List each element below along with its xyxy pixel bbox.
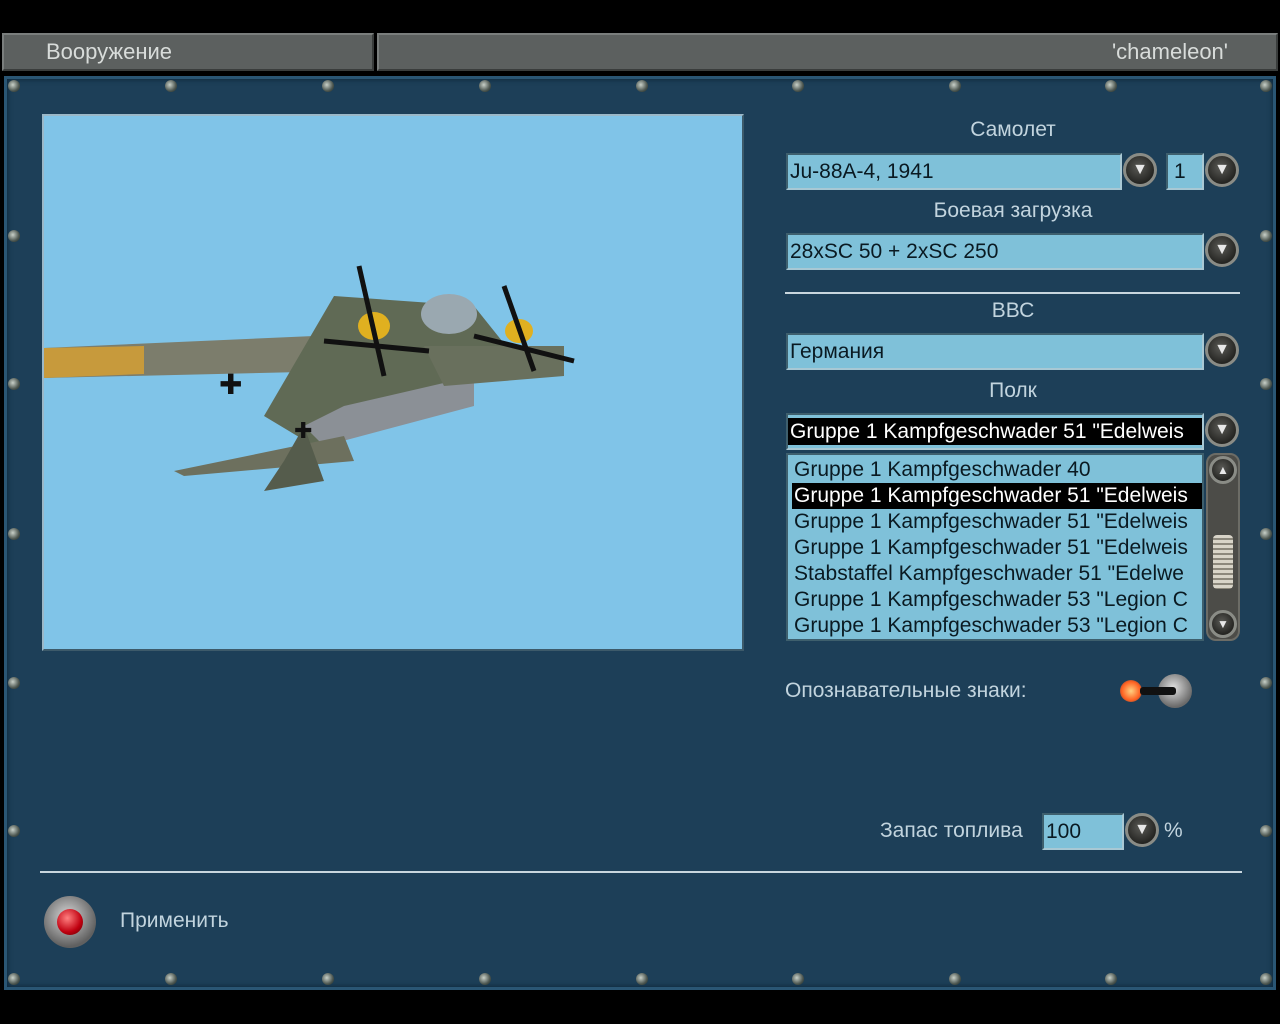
scroll-down-button[interactable]: ▼ <box>1209 610 1237 638</box>
rivet-icon <box>1260 80 1272 92</box>
rivet-icon <box>479 80 491 92</box>
aircraft-label: Самолет <box>970 118 1056 141</box>
chevron-up-icon: ▲ <box>1217 463 1229 477</box>
list-item[interactable]: Gruppe 1 Kampfgeschwader 53 "Legion C <box>792 587 1202 613</box>
list-item[interactable]: Gruppe 1 Kampfgeschwader 40 <box>792 457 1202 483</box>
regiment-selected-value: Gruppe 1 Kampfgeschwader 51 "Edelweis <box>788 418 1202 445</box>
scroll-thumb[interactable] <box>1213 535 1233 589</box>
rivet-icon <box>322 973 334 985</box>
count-dropdown-button[interactable]: ▼ <box>1205 153 1239 187</box>
regiment-label: Полк <box>989 379 1037 402</box>
apply-label[interactable]: Применить <box>120 909 229 933</box>
divider <box>785 292 1240 294</box>
list-item[interactable]: Gruppe 1 Kampfgeschwader 53 "Legion C <box>792 613 1202 639</box>
insignia-toggle[interactable] <box>1118 672 1194 710</box>
toggle-lever <box>1140 687 1176 695</box>
rivet-icon <box>949 973 961 985</box>
regiment-scrollbar[interactable]: ▲ ▼ <box>1206 453 1240 641</box>
red-button-icon <box>57 909 83 935</box>
rivet-icon <box>636 973 648 985</box>
chevron-down-icon: ▼ <box>1217 617 1229 631</box>
chevron-down-icon: ▼ <box>1214 341 1230 358</box>
list-item-selected[interactable]: Gruppe 1 Kampfgeschwader 51 "Edelweis <box>792 483 1202 509</box>
chevron-down-icon: ▼ <box>1214 241 1230 258</box>
rivet-icon <box>165 973 177 985</box>
rivet-icon <box>8 378 20 390</box>
fuel-field[interactable]: 100 <box>1042 813 1124 850</box>
air-force-dropdown-button[interactable]: ▼ <box>1205 333 1239 367</box>
rivet-icon <box>322 80 334 92</box>
regiment-dropdown-button[interactable]: ▼ <box>1205 413 1239 447</box>
rivet-icon <box>8 677 20 689</box>
loadout-label: Боевая загрузка <box>933 199 1093 222</box>
rivet-icon <box>8 230 20 242</box>
insignia-label: Опознавательные знаки: <box>785 679 1027 702</box>
rivet-icon <box>636 80 648 92</box>
rivet-icon <box>479 973 491 985</box>
list-item[interactable]: Gruppe 1 Kampfgeschwader 51 "Edelweis <box>792 509 1202 535</box>
air-force-field[interactable]: Германия <box>786 333 1204 370</box>
fuel-dropdown-button[interactable]: ▼ <box>1125 813 1159 847</box>
aircraft-preview: ✚ ✚ <box>42 114 744 651</box>
rivet-icon <box>1105 80 1117 92</box>
loadout-field[interactable]: 28xSC 50 + 2xSC 250 <box>786 233 1204 270</box>
rivet-icon <box>8 528 20 540</box>
rivet-icon <box>949 80 961 92</box>
chevron-down-icon: ▼ <box>1214 421 1230 438</box>
header-right: 'chameleon' <box>377 33 1278 71</box>
rivet-icon <box>1260 378 1272 390</box>
chevron-down-icon: ▼ <box>1132 161 1148 178</box>
rivet-icon <box>1260 677 1272 689</box>
aircraft-dropdown-button[interactable]: ▼ <box>1123 153 1157 187</box>
rivet-icon <box>8 80 20 92</box>
rivet-icon <box>8 973 20 985</box>
rivet-icon <box>1260 230 1272 242</box>
rivet-icon <box>1260 973 1272 985</box>
indicator-light-icon <box>1120 680 1142 702</box>
air-force-label: ВВС <box>991 299 1035 322</box>
loadout-dropdown-button[interactable]: ▼ <box>1205 233 1239 267</box>
aircraft-3d-model: ✚ ✚ <box>44 265 575 491</box>
aircraft-field[interactable]: Ju-88A-4, 1941 <box>786 153 1122 190</box>
rivet-icon <box>792 80 804 92</box>
chevron-down-icon: ▼ <box>1214 161 1230 178</box>
rivet-icon <box>1105 973 1117 985</box>
svg-text:✚: ✚ <box>219 369 242 400</box>
apply-button[interactable] <box>44 896 96 948</box>
fuel-label: Запас топлива <box>880 819 1023 842</box>
regiment-list[interactable]: Gruppe 1 Kampfgeschwader 40 Gruppe 1 Kam… <box>786 453 1204 641</box>
rivet-icon <box>8 825 20 837</box>
svg-text:✚: ✚ <box>294 418 312 443</box>
rivet-icon <box>792 973 804 985</box>
rivet-icon <box>165 80 177 92</box>
regiment-field[interactable]: Gruppe 1 Kampfgeschwader 51 "Edelweis <box>786 413 1204 450</box>
fuel-unit: % <box>1164 819 1183 842</box>
list-item[interactable]: Gruppe 1 Kampfgeschwader 51 "Edelweis <box>792 535 1202 561</box>
header-left: Вооружение <box>2 33 374 71</box>
list-item[interactable]: Stabstaffel Kampfgeschwader 51 "Edelwe <box>792 561 1202 587</box>
scroll-up-button[interactable]: ▲ <box>1209 456 1237 484</box>
rivet-icon <box>1260 528 1272 540</box>
aircraft-count-field[interactable]: 1 <box>1166 153 1204 190</box>
rivet-icon <box>1260 825 1272 837</box>
bottom-divider <box>40 871 1242 873</box>
chevron-down-icon: ▼ <box>1134 821 1150 838</box>
